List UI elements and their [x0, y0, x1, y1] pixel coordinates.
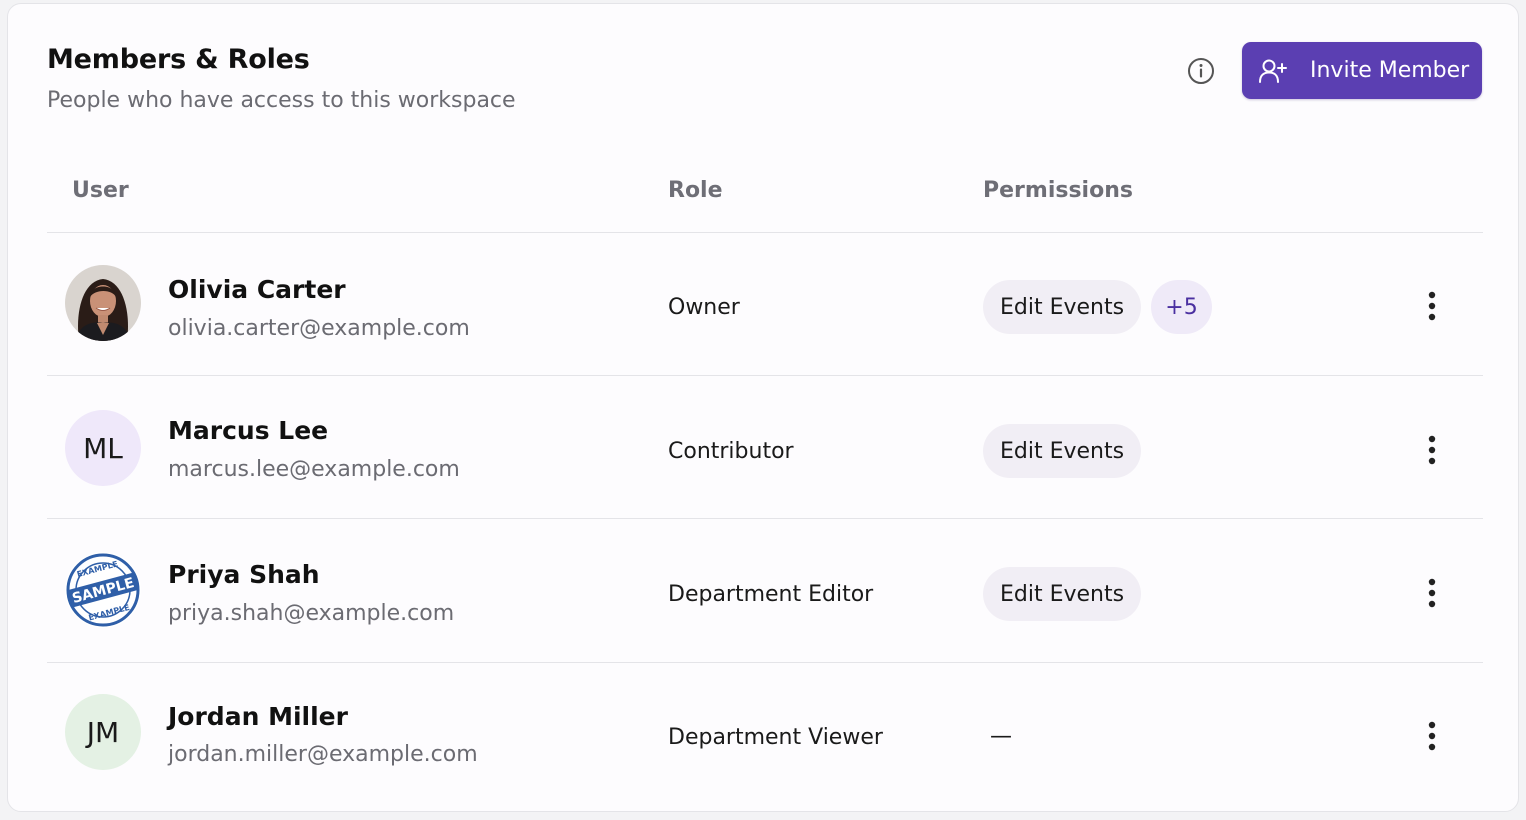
user-role: Department Editor	[668, 582, 874, 607]
user-email: jordan.miller@example.com	[168, 742, 478, 767]
permission-chip: Edit Events	[983, 424, 1142, 478]
user-plus-icon	[1258, 56, 1288, 86]
row-actions-icon[interactable]	[1417, 286, 1447, 326]
row-actions-icon[interactable]	[1417, 573, 1447, 613]
more-permissions-chip[interactable]: +5	[1151, 280, 1212, 334]
user-name: Olivia Carter	[168, 275, 346, 304]
table-row: JM Jordan Miller jordan.miller@example.c…	[47, 663, 1483, 806]
column-header-role: Role	[668, 178, 723, 203]
column-header-user: User	[72, 178, 129, 203]
avatar: JM	[65, 694, 141, 770]
avatar	[65, 265, 141, 341]
sample-stamp-avatar: EXAMPLE EXAMPLE SAMPLE	[65, 552, 141, 628]
column-header-permissions: Permissions	[983, 178, 1133, 203]
no-permissions-dash: —	[990, 724, 1012, 749]
user-name: Jordan Miller	[168, 702, 348, 731]
invite-member-button[interactable]: Invite Member	[1242, 42, 1482, 99]
table-row: Olivia Carter olivia.carter@example.com …	[47, 233, 1483, 376]
table-row: ML Marcus Lee marcus.lee@example.com Con…	[47, 376, 1483, 519]
info-icon[interactable]	[1187, 57, 1215, 85]
permission-chip: Edit Events	[983, 567, 1142, 621]
row-actions-icon[interactable]	[1417, 430, 1447, 470]
row-actions-icon[interactable]	[1417, 716, 1447, 756]
page-subtitle: People who have access to this workspace	[47, 88, 516, 113]
user-email: priya.shah@example.com	[168, 601, 455, 626]
avatar: ML	[65, 410, 141, 486]
user-role: Contributor	[668, 439, 794, 464]
table-row: EXAMPLE EXAMPLE SAMPLE Priya Shah priya.…	[47, 520, 1483, 663]
user-name: Marcus Lee	[168, 416, 329, 445]
invite-member-label: Invite Member	[1310, 58, 1470, 83]
permission-chip: Edit Events	[983, 280, 1142, 334]
user-role: Owner	[668, 295, 740, 320]
members-card: Members & Roles People who have access t…	[7, 3, 1519, 812]
user-name: Priya Shah	[168, 560, 320, 589]
user-email: olivia.carter@example.com	[168, 316, 470, 341]
page-title: Members & Roles	[47, 44, 310, 75]
user-email: marcus.lee@example.com	[168, 457, 460, 482]
user-role: Department Viewer	[668, 725, 883, 750]
table-header: User Role Permissions	[47, 154, 1483, 233]
